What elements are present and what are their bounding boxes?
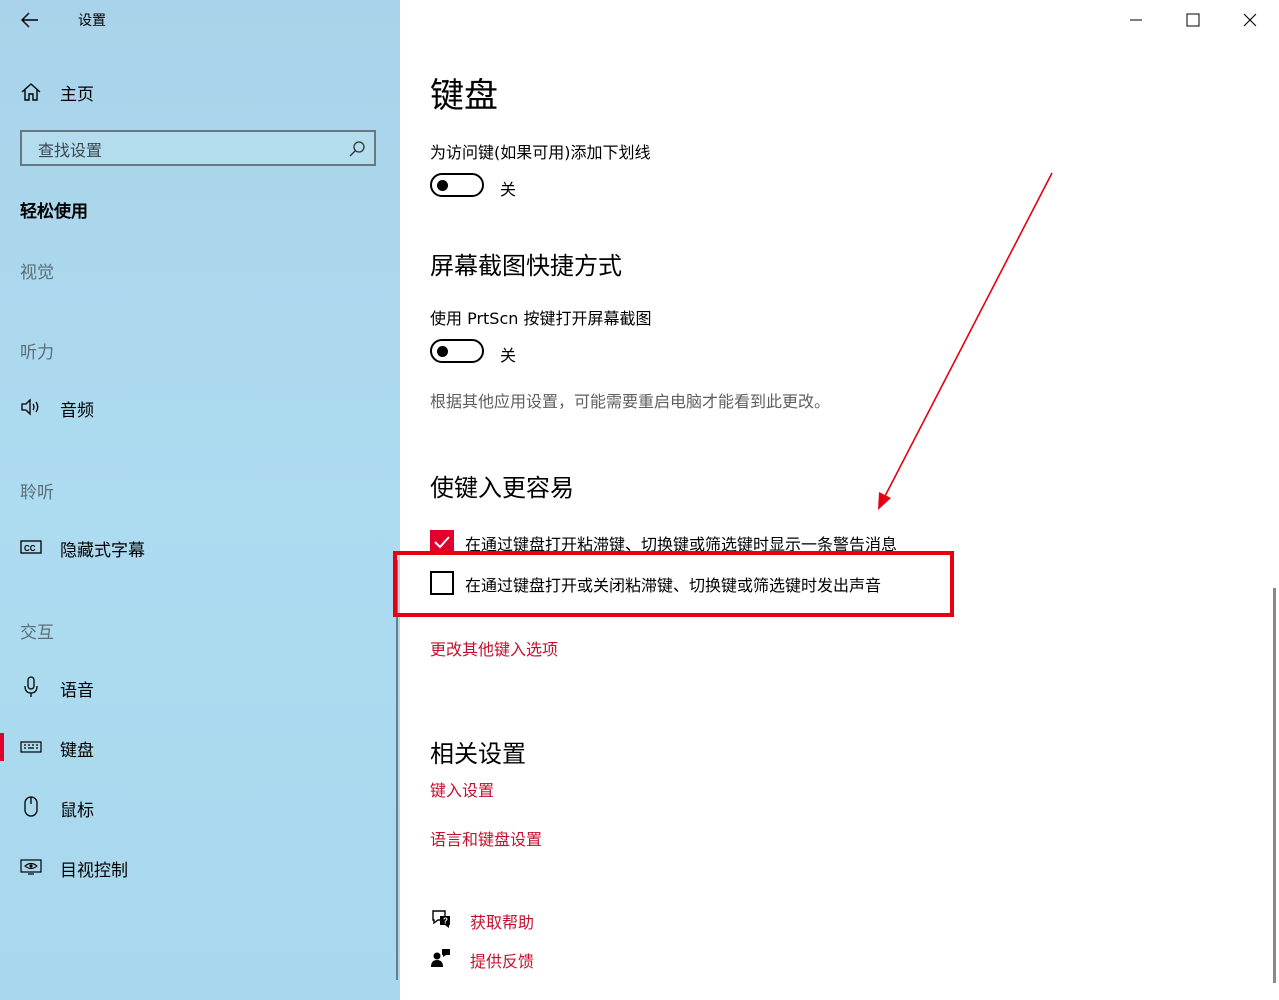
nav-home[interactable]: 主页 — [20, 78, 380, 106]
sound-checkbox[interactable] — [430, 571, 454, 595]
sidebar-item-mouse[interactable]: 鼠标 — [0, 789, 396, 825]
sidebar-item-label: 鼠标 — [60, 801, 94, 821]
sidebar-scrollbar[interactable] — [396, 560, 398, 980]
microphone-icon — [20, 676, 42, 697]
help-chat-icon: ? — [430, 908, 452, 934]
category-hearing: 听力 — [20, 343, 54, 363]
svg-text:?: ? — [443, 917, 448, 926]
sound-checkbox-label: 在通过键盘打开或关闭粘滞键、切换键或筛选键时发出声音 — [465, 576, 882, 595]
svg-text:CC: CC — [24, 544, 36, 553]
underline-access-keys-label: 为访问键(如果可用)添加下划线 — [430, 143, 651, 162]
sidebar: 设置 主页 轻松使用 视觉 听力 音频 聆听 — [0, 0, 400, 1000]
maximize-icon — [1186, 13, 1200, 27]
typing-heading: 使键入更容易 — [430, 474, 574, 502]
feedback-link[interactable]: 提供反馈 — [430, 945, 630, 973]
print-screen-heading: 屏幕截图快捷方式 — [430, 252, 622, 280]
sidebar-item-label: 音频 — [60, 401, 94, 421]
print-screen-note: 根据其他应用设置，可能需要重启电脑才能看到此更改。 — [430, 392, 831, 411]
eye-control-icon — [20, 857, 42, 877]
sidebar-item-audio[interactable]: 音频 — [0, 389, 396, 425]
print-screen-toggle[interactable] — [430, 339, 484, 363]
nav-home-label: 主页 — [60, 84, 94, 105]
page-title: 键盘 — [430, 76, 498, 116]
language-keyboard-link[interactable]: 语言和键盘设置 — [430, 826, 542, 850]
search-box[interactable] — [20, 130, 376, 166]
search-icon[interactable] — [348, 140, 366, 162]
close-button[interactable] — [1236, 6, 1264, 34]
close-icon — [1243, 13, 1257, 27]
minimize-button[interactable] — [1122, 6, 1150, 34]
warning-message-label: 在通过键盘打开粘滞键、切换键或筛选键时显示一条警告消息 — [465, 535, 898, 554]
warning-message-checkbox[interactable] — [430, 530, 454, 554]
annotation-arrow — [878, 172, 1053, 510]
home-icon — [21, 83, 41, 101]
get-help-label: 获取帮助 — [470, 913, 535, 932]
feedback-label: 提供反馈 — [470, 952, 535, 971]
more-typing-options-link[interactable]: 更改其他键入选项 — [430, 636, 558, 660]
minimize-icon — [1130, 19, 1142, 21]
maximize-button[interactable] — [1179, 6, 1207, 34]
category-vision: 视觉 — [20, 263, 54, 283]
toggle-knob — [437, 346, 448, 357]
sidebar-item-label: 语音 — [60, 681, 94, 701]
main-scrollbar[interactable] — [1273, 588, 1276, 983]
speaker-icon — [20, 397, 42, 417]
section-title: 轻松使用 — [20, 202, 88, 222]
sidebar-item-captions[interactable]: CC 隐藏式字幕 — [0, 529, 396, 565]
category-interaction: 交互 — [20, 623, 54, 643]
app-title: 设置 — [78, 13, 106, 29]
sidebar-item-label: 隐藏式字幕 — [60, 541, 145, 561]
back-button[interactable] — [18, 8, 42, 32]
mouse-icon — [20, 796, 42, 817]
feedback-icon — [430, 947, 452, 973]
category-listening: 聆听 — [20, 483, 54, 503]
sidebar-item-label: 目视控制 — [60, 861, 128, 881]
checkmark-icon — [434, 536, 450, 549]
back-arrow-icon — [21, 12, 38, 28]
sidebar-item-speech[interactable]: 语音 — [0, 669, 396, 705]
toggle-knob — [437, 180, 448, 191]
underline-access-keys-state: 关 — [500, 180, 517, 199]
keyboard-icon — [20, 737, 42, 757]
search-input[interactable] — [36, 138, 340, 162]
print-screen-state: 关 — [500, 346, 517, 365]
active-indicator — [0, 733, 4, 761]
sidebar-item-keyboard[interactable]: 键盘 — [0, 729, 396, 765]
typing-settings-link[interactable]: 键入设置 — [430, 777, 494, 801]
underline-access-keys-toggle[interactable] — [430, 173, 484, 197]
get-help-link[interactable]: ? 获取帮助 — [430, 906, 630, 934]
related-settings-heading: 相关设置 — [430, 740, 526, 768]
sidebar-item-label: 键盘 — [60, 741, 94, 761]
closed-captions-icon: CC — [20, 537, 42, 557]
print-screen-label: 使用 PrtScn 按键打开屏幕截图 — [430, 309, 652, 328]
sidebar-item-eye-control[interactable]: 目视控制 — [0, 849, 396, 885]
